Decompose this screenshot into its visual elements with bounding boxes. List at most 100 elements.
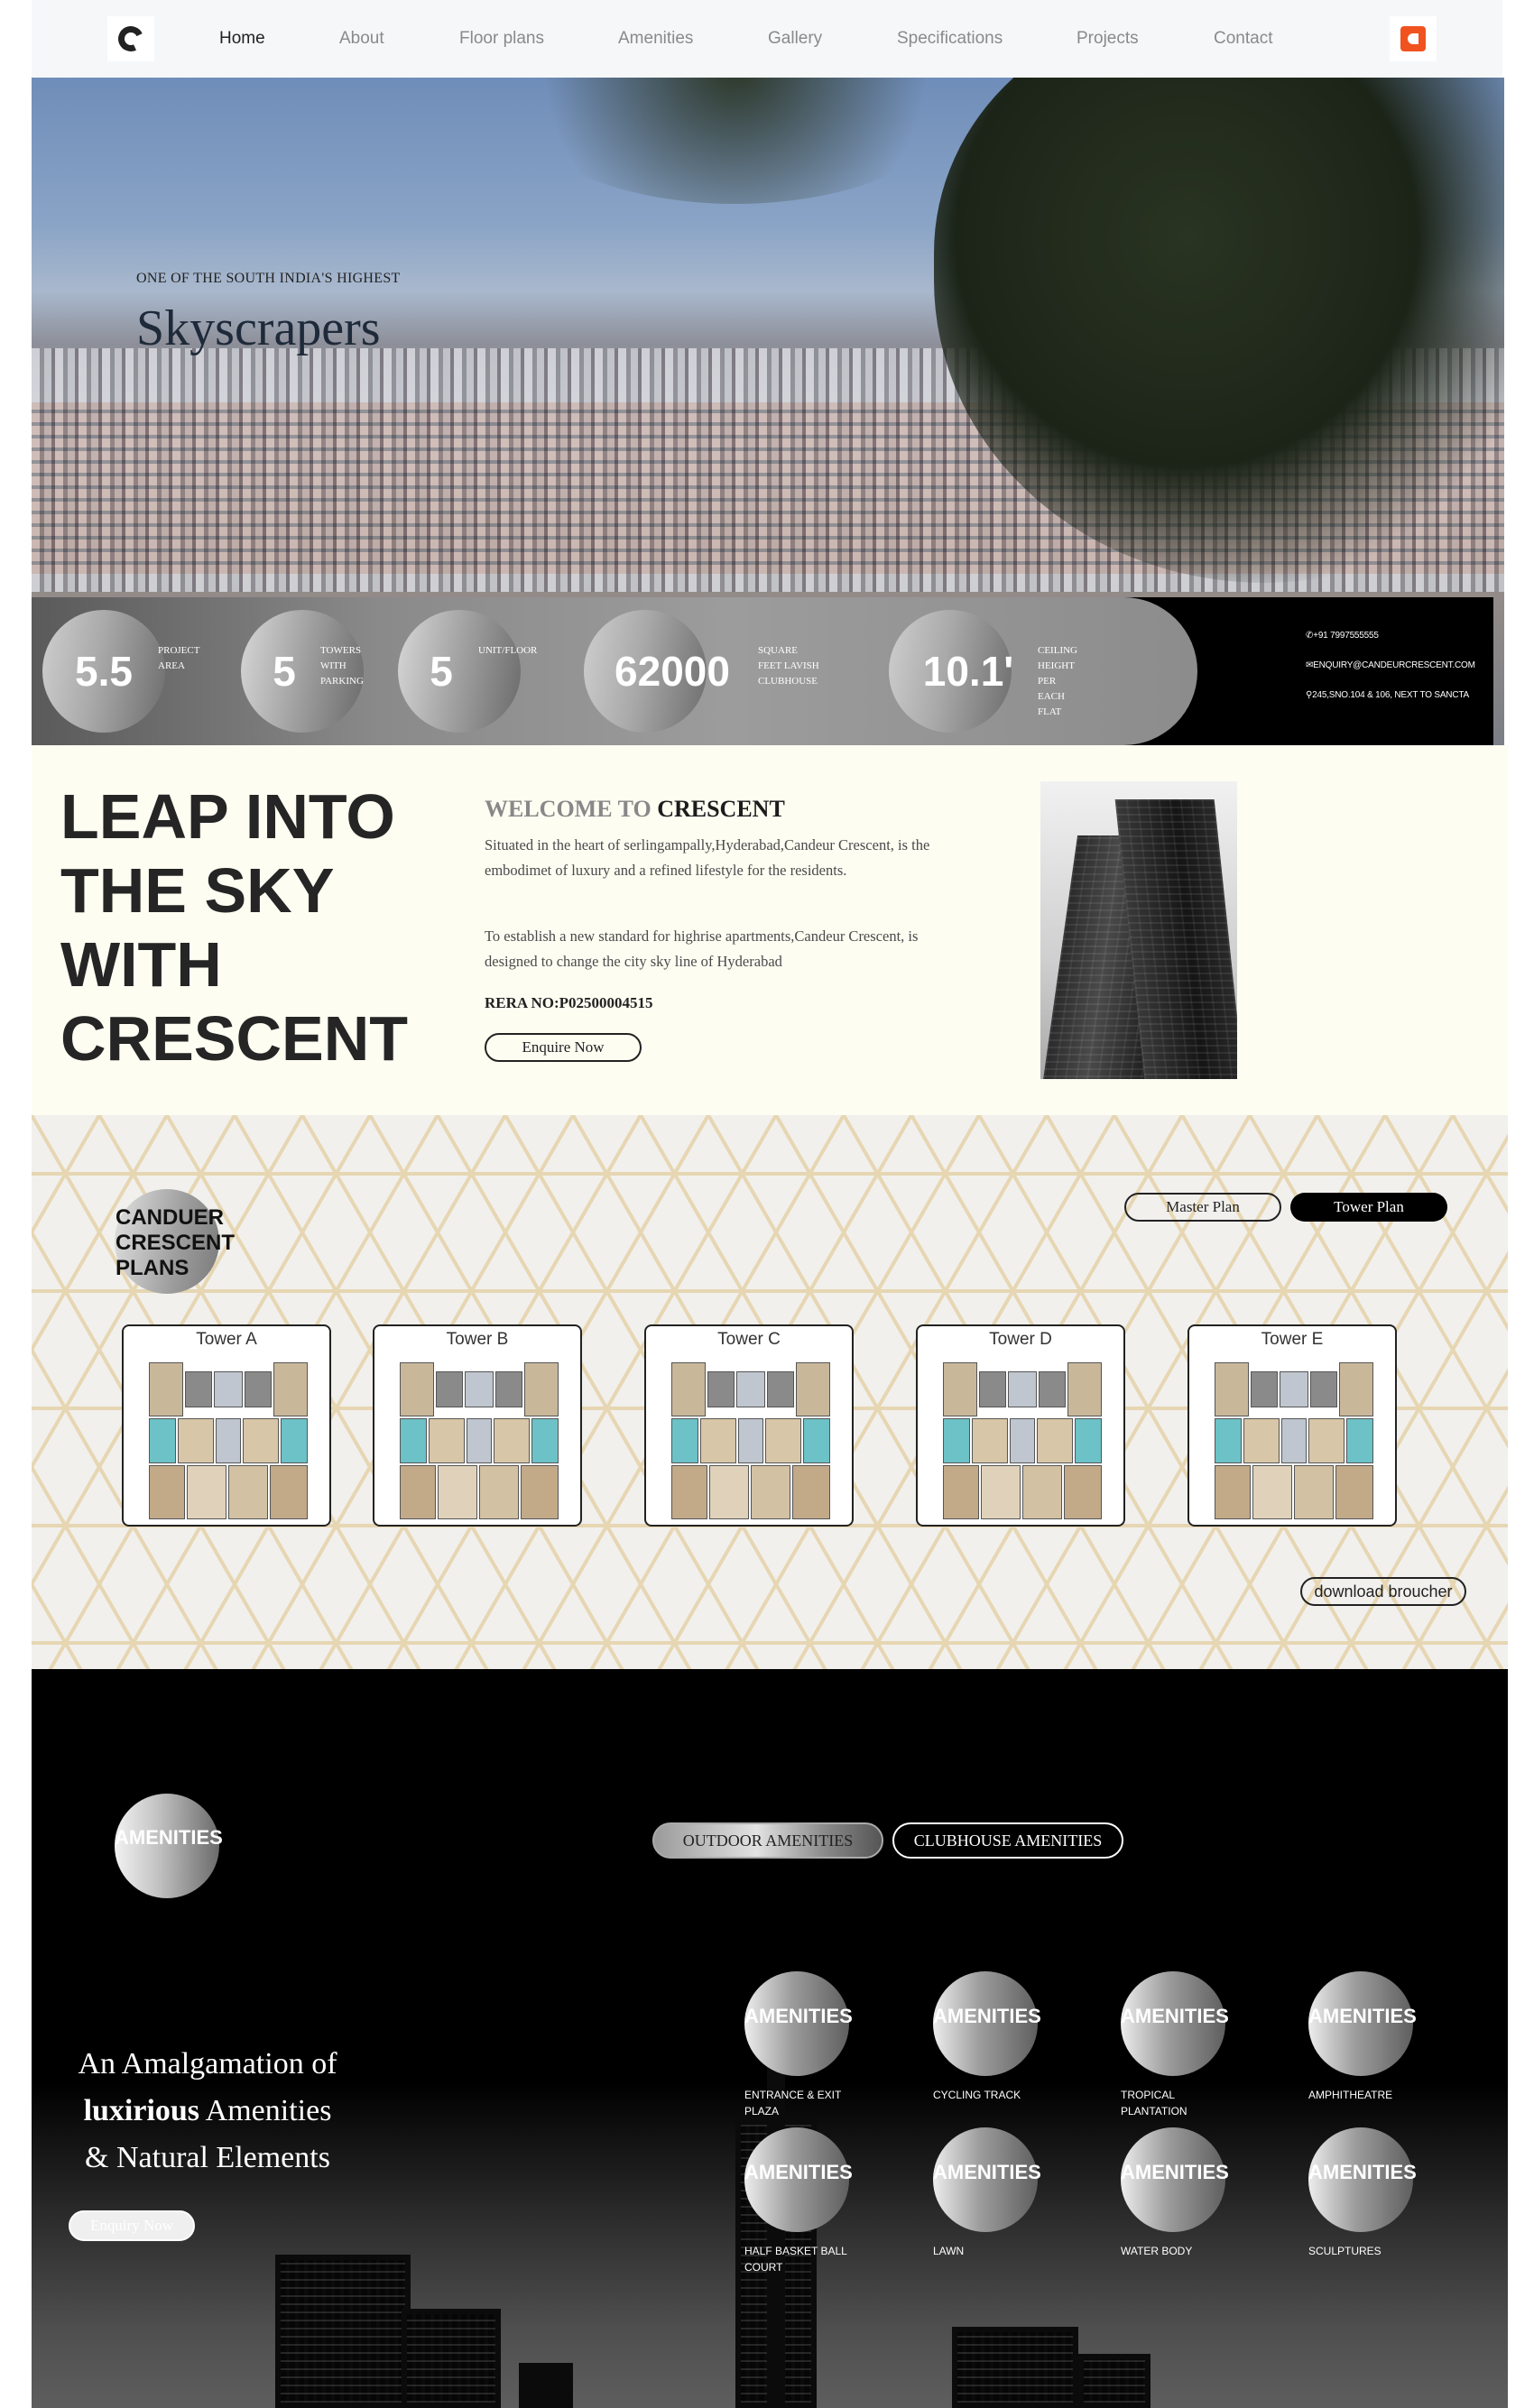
skyline-building xyxy=(952,2327,1078,2408)
contact-email[interactable]: ✉ENQUIRY@CANDEURCRESCENT.COM xyxy=(1306,660,1475,670)
tower-name: Tower E xyxy=(1261,1330,1324,1349)
floor-plan-room xyxy=(243,1418,279,1463)
skyline-building xyxy=(275,2255,411,2408)
amenity-label: SCULPTURES xyxy=(1308,2245,1382,2257)
master-plan-toggle[interactable]: Master Plan xyxy=(1124,1193,1281,1222)
download-brochure-button[interactable]: download broucher xyxy=(1300,1577,1466,1606)
welcome-section: LEAP INTO THE SKY WITH CRESCENT WELCOME … xyxy=(32,745,1508,1115)
enquire-now-button[interactable]: Enquire Now xyxy=(485,1033,642,1062)
amenities-heading-rest: Amenities xyxy=(199,2094,332,2127)
top-navbar: Home About Floor plans Amenities Gallery… xyxy=(32,0,1502,78)
floor-plan-room xyxy=(1294,1465,1334,1519)
floor-plan-room xyxy=(429,1418,465,1463)
welcome-title-prefix: WELCOME TO xyxy=(485,796,651,822)
stat-label: PROJECT AREA xyxy=(158,645,200,671)
stat-circle: 5.5 xyxy=(42,610,165,733)
floor-plan-room xyxy=(792,1465,830,1519)
floor-plan-room xyxy=(1346,1418,1373,1463)
nav-projects[interactable]: Projects xyxy=(1077,29,1139,49)
nav-amenities[interactable]: Amenities xyxy=(618,29,693,49)
floor-plan-room xyxy=(751,1465,790,1519)
welcome-title: WELCOME TO CRESCENT xyxy=(485,796,785,823)
stat-value: 62000 xyxy=(615,648,730,695)
amenity-label: HALF BASKET BALL COURT xyxy=(744,2245,847,2274)
tower-card-c[interactable]: Tower C xyxy=(644,1324,854,1527)
floor-plan-room xyxy=(245,1371,272,1407)
amenity-circle-label: AMENITIES xyxy=(1121,2161,1229,2183)
floor-plan-room xyxy=(465,1371,494,1407)
floor-plan-room xyxy=(1215,1418,1242,1463)
floor-plan-room xyxy=(796,1362,830,1416)
nav-home[interactable]: Home xyxy=(219,29,265,49)
floor-plan-room xyxy=(1215,1362,1249,1416)
tower-card-d[interactable]: Tower D xyxy=(916,1324,1125,1527)
stat-label: CEILING HEIGHT PER EACH FLAT xyxy=(1038,645,1077,717)
floor-plan-room xyxy=(187,1465,226,1519)
skyline-building xyxy=(1078,2354,1150,2408)
amenities-heading-line1: An Amalgamation of xyxy=(78,2047,337,2080)
floor-plan-room xyxy=(1215,1465,1251,1519)
hero-subtitle: ONE OF THE SOUTH INDIA'S HIGHEST xyxy=(136,271,401,286)
floor-plan-room xyxy=(1335,1465,1373,1519)
floor-plan-room xyxy=(1037,1418,1073,1463)
floor-plan-room xyxy=(149,1418,176,1463)
contact-address: ⚲245,SNO.104 & 106, NEXT TO SANCTA xyxy=(1306,690,1469,700)
enquiry-now-button[interactable]: Enquiry Now xyxy=(69,2210,195,2241)
stat-value: 5 xyxy=(273,648,296,695)
stat-value: 5 xyxy=(430,648,453,695)
skyscraper-image xyxy=(1040,781,1237,1079)
floor-plan-room xyxy=(149,1362,183,1416)
nav-floor-plans[interactable]: Floor plans xyxy=(459,29,544,49)
floor-plan-room xyxy=(1064,1465,1102,1519)
hero-banner: ONE OF THE SOUTH INDIA'S HIGHEST Skyscra… xyxy=(32,78,1504,745)
tree-foliage xyxy=(501,78,970,204)
floor-plan-room xyxy=(400,1362,434,1416)
stat-circle: 10.1' xyxy=(889,610,1014,733)
floor-plan-room xyxy=(671,1465,707,1519)
floor-plan-room xyxy=(185,1371,212,1407)
stat-label: SQUARE FEET LAVISH CLUBHOUSE xyxy=(758,645,819,687)
nav-about[interactable]: About xyxy=(339,29,384,49)
tower-card-b[interactable]: Tower B xyxy=(373,1324,582,1527)
stat-circle: 62000 xyxy=(584,610,730,733)
nav-gallery[interactable]: Gallery xyxy=(768,29,822,49)
floor-plan-room xyxy=(671,1362,706,1416)
amenities-heading: An Amalgamation of luxirious Amenities &… xyxy=(59,2041,356,2182)
tab-outdoor-amenities[interactable]: OUTDOOR AMENITIES xyxy=(652,1822,883,1859)
amenity-circle-label: AMENITIES xyxy=(1308,2161,1417,2183)
welcome-paragraph-2: To establish a new standard for highrise… xyxy=(485,927,919,970)
rera-number: RERA NO:P02500004515 xyxy=(485,994,653,1011)
floor-plan-room xyxy=(178,1418,214,1463)
tower-card-a[interactable]: Tower A xyxy=(122,1324,331,1527)
tower-card-e[interactable]: Tower E xyxy=(1187,1324,1397,1527)
amenity-circle-label: AMENITIES xyxy=(744,2161,853,2183)
floor-plan-room xyxy=(671,1418,698,1463)
plans-section: CANDUER CRESCENT PLANS Master Plan Tower… xyxy=(32,1115,1508,1669)
brand-badge[interactable] xyxy=(1390,16,1437,61)
nav-specifications[interactable]: Specifications xyxy=(897,29,1003,49)
floor-plan-room xyxy=(803,1418,830,1463)
floor-plan-room xyxy=(767,1371,794,1407)
contact-phone[interactable]: ✆+91 7997555555 xyxy=(1306,631,1379,641)
floor-plan-room xyxy=(531,1418,559,1463)
tower-name: Tower C xyxy=(717,1330,781,1349)
tower-plan-toggle[interactable]: Tower Plan xyxy=(1290,1193,1447,1222)
amenities-heading-line3: & Natural Elements xyxy=(85,2141,330,2174)
amenity-label: AMPHITHEATRE xyxy=(1308,2089,1393,2101)
nav-contact[interactable]: Contact xyxy=(1214,29,1272,49)
floor-plan-room xyxy=(270,1465,308,1519)
floor-plan-room xyxy=(700,1418,736,1463)
welcome-headline: LEAP INTO THE SKY WITH CRESCENT xyxy=(60,781,409,1074)
floor-plan-room xyxy=(943,1362,977,1416)
logo[interactable] xyxy=(107,16,154,61)
stat-value: 10.1' xyxy=(922,648,1014,695)
skyline-building xyxy=(519,2363,573,2408)
amenity-label: WATER BODY xyxy=(1121,2245,1193,2257)
amenity-label: ENTRANCE & EXIT PLAZA xyxy=(744,2089,842,2117)
brand-c-icon xyxy=(1400,26,1426,51)
amenities-section: AMENITIES OUTDOOR AMENITIES CLUBHOUSE AM… xyxy=(32,1669,1508,2408)
amenities-heading-line2: luxirious Amenities xyxy=(59,2088,356,2135)
crescent-logo-icon xyxy=(115,23,147,55)
tab-clubhouse-amenities[interactable]: CLUBHOUSE AMENITIES xyxy=(892,1822,1123,1859)
welcome-title-brand: CRESCENT xyxy=(657,796,785,822)
